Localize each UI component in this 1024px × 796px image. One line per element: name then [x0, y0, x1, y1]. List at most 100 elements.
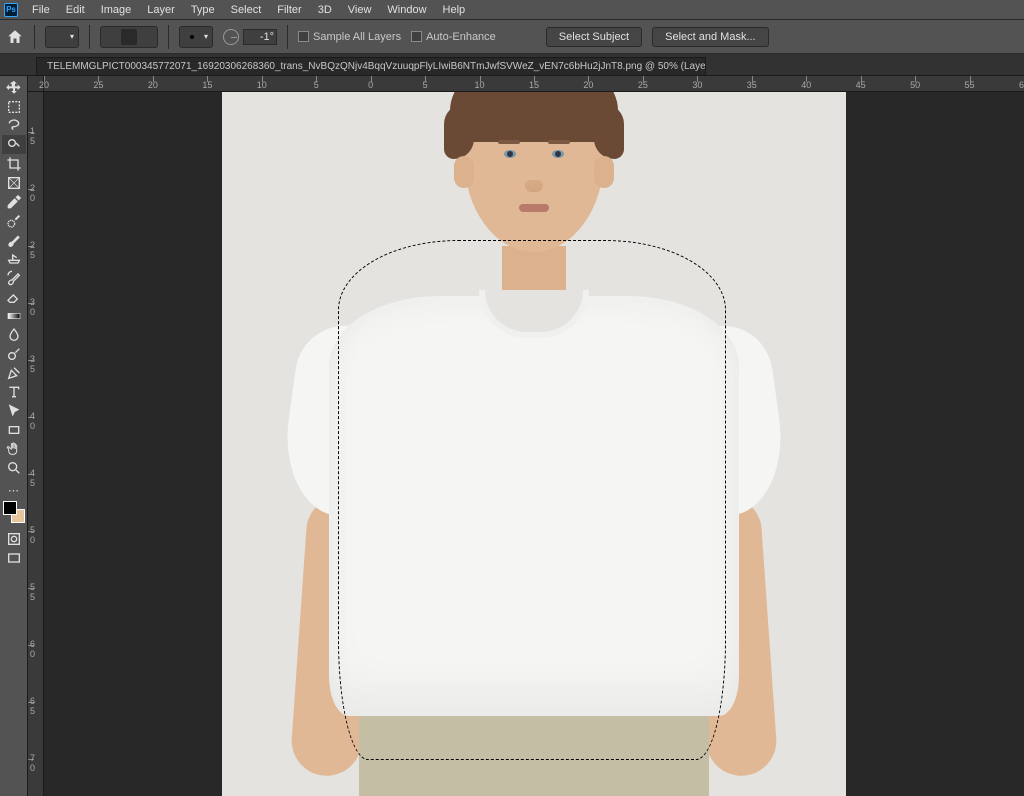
menu-view[interactable]: View — [340, 2, 380, 18]
menu-bar: Ps File Edit Image Layer Type Select Fil… — [0, 0, 1024, 20]
select-subject-button[interactable]: Select Subject — [546, 27, 642, 47]
brush-angle-field[interactable] — [223, 29, 277, 45]
sample-all-layers-label: Sample All Layers — [313, 31, 401, 43]
rectangular-marquee-tool[interactable] — [2, 97, 26, 116]
menu-type[interactable]: Type — [183, 2, 223, 18]
type-tool[interactable] — [2, 382, 26, 401]
quick-selection-tool[interactable] — [2, 135, 26, 154]
ruler-number: 20 — [30, 183, 35, 203]
separator — [168, 25, 169, 49]
screen-mode-toggle[interactable] — [2, 548, 26, 567]
spot-healing-brush-tool[interactable] — [2, 211, 26, 230]
document-tab[interactable]: TELEMMGLPICT000345772071_16920306268360_… — [36, 57, 706, 75]
menu-3d[interactable]: 3D — [310, 2, 340, 18]
angle-input[interactable] — [243, 29, 277, 45]
workspace: ⋯ 20252015105051015202530354045505560 15… — [0, 76, 1024, 796]
document-tab-bar: TELEMMGLPICT000345772071_16920306268360_… — [0, 54, 1024, 76]
blur-tool[interactable] — [2, 325, 26, 344]
ruler-number: 25 — [638, 80, 648, 90]
checkbox-icon — [411, 31, 422, 42]
new-selection-icon[interactable] — [105, 29, 121, 45]
eyedropper-tool[interactable] — [2, 192, 26, 211]
crop-tool[interactable] — [2, 154, 26, 173]
ruler-number: 40 — [30, 411, 35, 431]
brush-tool[interactable] — [2, 230, 26, 249]
menu-image[interactable]: Image — [93, 2, 140, 18]
lasso-tool[interactable] — [2, 116, 26, 135]
selection-marquee — [338, 240, 726, 760]
path-selection-tool[interactable] — [2, 401, 26, 420]
vertical-ruler[interactable]: 152025303540455055606570 — [28, 92, 44, 796]
checkbox-icon — [298, 31, 309, 42]
separator — [287, 25, 288, 49]
hand-tool[interactable] — [2, 439, 26, 458]
ruler-number: 35 — [747, 80, 757, 90]
ruler-number: 50 — [910, 80, 920, 90]
color-swatches[interactable] — [3, 501, 25, 523]
ruler-number: 45 — [30, 468, 35, 488]
menu-select[interactable]: Select — [223, 2, 270, 18]
menu-filter[interactable]: Filter — [269, 2, 309, 18]
ruler-number: 15 — [30, 126, 35, 146]
ruler-number: 70 — [30, 753, 35, 773]
eraser-tool[interactable] — [2, 287, 26, 306]
menu-window[interactable]: Window — [379, 2, 434, 18]
frame-tool[interactable] — [2, 173, 26, 192]
gradient-tool[interactable] — [2, 306, 26, 325]
foreground-color-swatch[interactable] — [3, 501, 17, 515]
zoom-tool[interactable] — [2, 458, 26, 477]
app-icon: Ps — [4, 3, 18, 17]
viewport[interactable] — [44, 92, 1024, 796]
dropdown-caret-icon: ▾ — [204, 32, 208, 41]
options-bar: ▾ ▾ Sample All Layers Auto-Enhance Selec… — [0, 20, 1024, 54]
ruler-number: 10 — [257, 80, 267, 90]
select-and-mask-button[interactable]: Select and Mask... — [652, 27, 769, 47]
horizontal-ruler[interactable]: 20252015105051015202530354045505560 — [44, 76, 1024, 92]
sample-all-layers-checkbox[interactable]: Sample All Layers — [298, 31, 401, 43]
quick-mask-toggle[interactable] — [2, 529, 26, 548]
canvas-area: 20252015105051015202530354045505560 1520… — [28, 76, 1024, 796]
auto-enhance-checkbox[interactable]: Auto-Enhance — [411, 31, 496, 43]
menu-edit[interactable]: Edit — [58, 2, 93, 18]
dropdown-caret-icon: ▾ — [70, 32, 74, 41]
document-title: TELEMMGLPICT000345772071_16920306268360_… — [47, 61, 706, 72]
menu-file[interactable]: File — [24, 2, 58, 18]
home-icon[interactable] — [6, 28, 24, 46]
ruler-number: 60 — [1019, 80, 1024, 90]
separator — [89, 25, 90, 49]
dodge-tool[interactable] — [2, 344, 26, 363]
ruler-number: 20 — [583, 80, 593, 90]
ruler-number: 5 — [314, 80, 319, 90]
separator — [34, 25, 35, 49]
pen-tool[interactable] — [2, 363, 26, 382]
auto-enhance-label: Auto-Enhance — [426, 31, 496, 43]
menu-layer[interactable]: Layer — [139, 2, 183, 18]
history-brush-tool[interactable] — [2, 268, 26, 287]
ruler-number: 10 — [475, 80, 485, 90]
add-to-selection-icon[interactable] — [121, 29, 137, 45]
brush-size-icon — [184, 29, 200, 45]
ruler-number: 55 — [965, 80, 975, 90]
ruler-number: 50 — [30, 525, 35, 545]
move-tool[interactable] — [2, 78, 26, 97]
ruler-number: 25 — [30, 240, 35, 260]
ruler-number: 55 — [30, 582, 35, 602]
ruler-number: 15 — [202, 80, 212, 90]
edit-toolbar-icon[interactable]: ⋯ — [2, 483, 26, 497]
angle-dial-icon[interactable] — [223, 29, 239, 45]
menu-help[interactable]: Help — [435, 2, 474, 18]
ruler-number: 20 — [39, 80, 49, 90]
brush-picker[interactable]: ▾ — [179, 26, 213, 48]
subtract-selection-icon[interactable] — [137, 29, 153, 45]
ruler-number: 30 — [692, 80, 702, 90]
ruler-number: 0 — [368, 80, 373, 90]
document-canvas[interactable] — [222, 92, 846, 796]
ruler-number: 60 — [30, 639, 35, 659]
rectangle-tool[interactable] — [2, 420, 26, 439]
ruler-number: 5 — [423, 80, 428, 90]
ruler-number: 45 — [856, 80, 866, 90]
ruler-number: 35 — [30, 354, 35, 374]
active-tool-preset[interactable]: ▾ — [45, 26, 79, 48]
quick-selection-icon — [50, 29, 66, 45]
clone-stamp-tool[interactable] — [2, 249, 26, 268]
